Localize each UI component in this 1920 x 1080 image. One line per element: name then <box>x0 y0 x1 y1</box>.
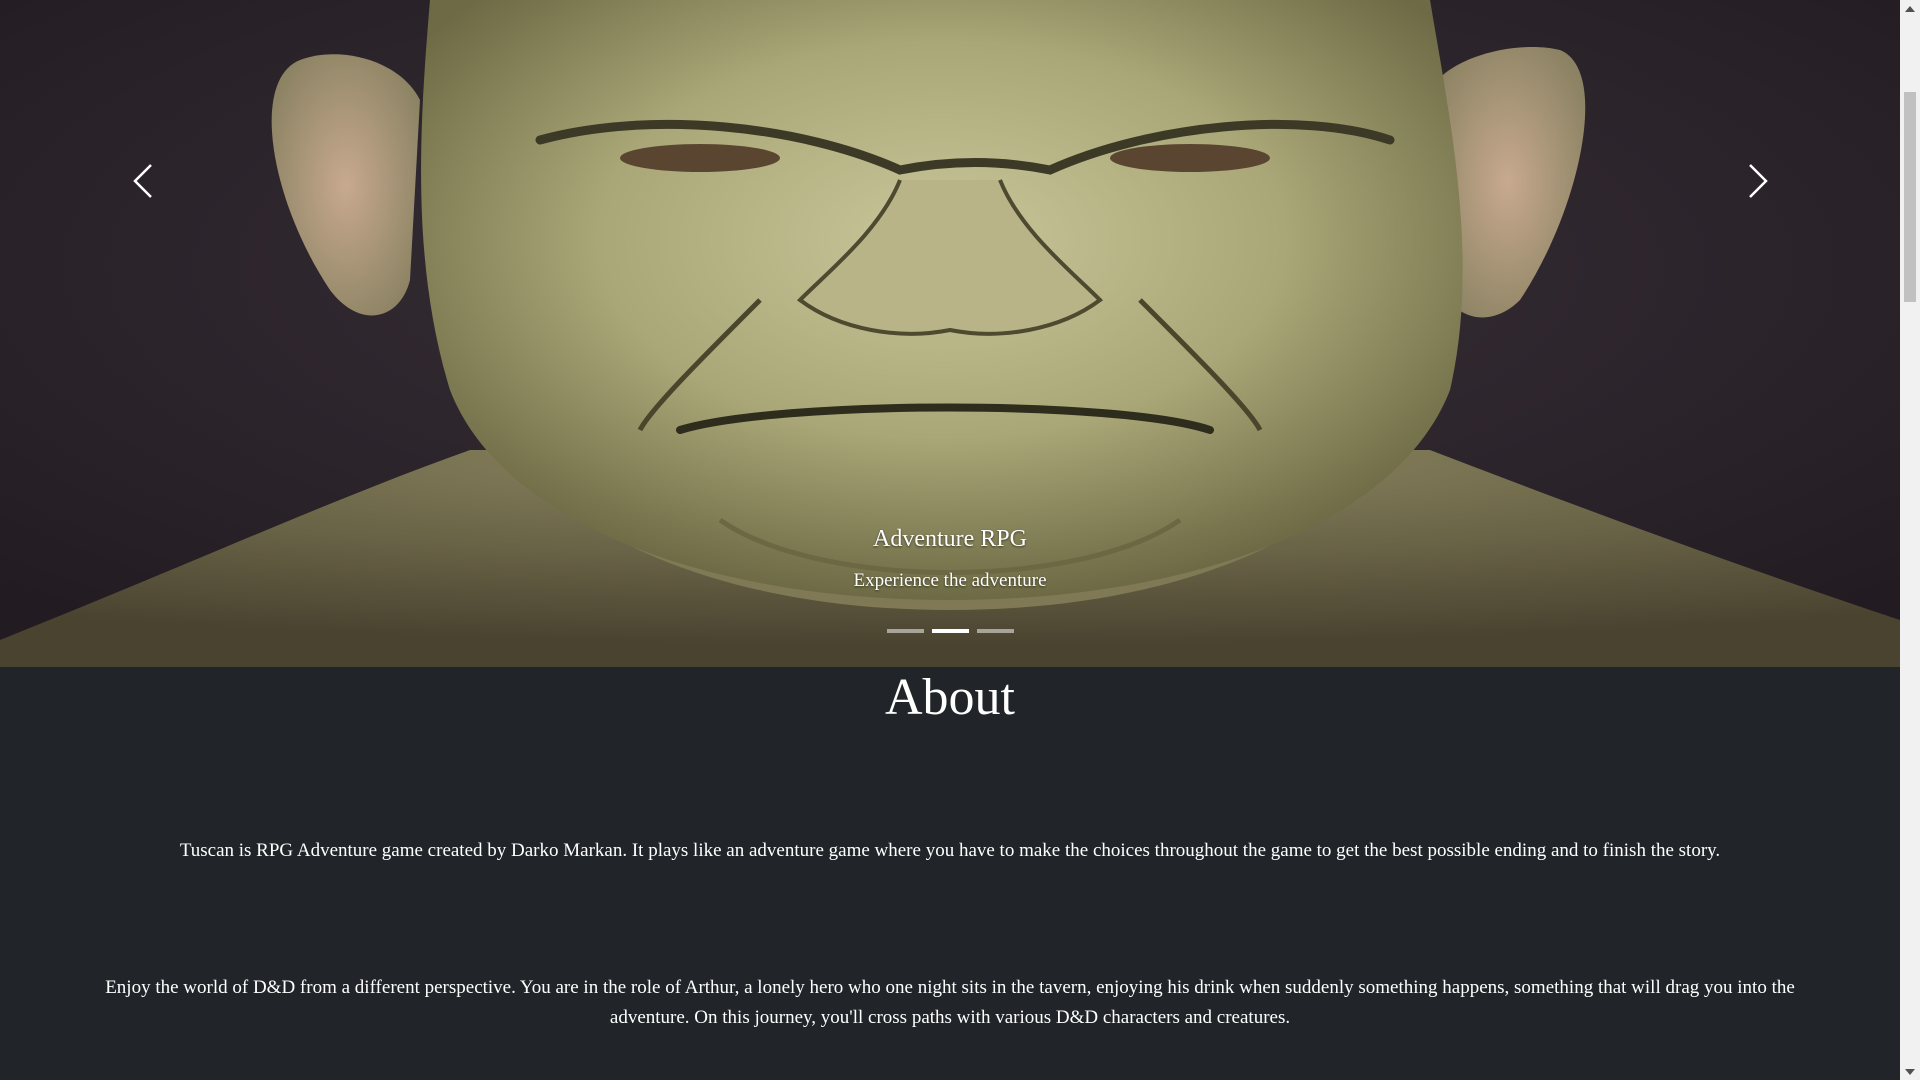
carousel-next-button[interactable] <box>1615 0 1900 667</box>
slide-title: Adventure RPG <box>873 526 1027 552</box>
scroll-down-button[interactable] <box>1900 1063 1920 1080</box>
carousel-indicator-2[interactable] <box>931 629 969 633</box>
caret-down-icon <box>1905 1068 1915 1075</box>
carousel-indicator-3[interactable] <box>976 629 1014 633</box>
scroll-up-button[interactable] <box>1900 0 1920 17</box>
about-heading: About <box>885 669 1015 726</box>
page: Adventure RPG Experience the adventure A… <box>0 0 1900 1080</box>
vertical-scrollbar[interactable] <box>1900 0 1920 1080</box>
carousel-prev-button[interactable] <box>0 0 285 667</box>
about-paragraph-2: Enjoy the world of D&D from a different … <box>105 977 1795 1028</box>
carousel-indicators <box>0 629 1900 633</box>
carousel-indicator-1[interactable] <box>886 629 924 633</box>
chevron-right-icon <box>1748 164 1768 198</box>
scrollbar-thumb[interactable] <box>1904 92 1916 302</box>
chevron-left-icon <box>132 164 152 198</box>
slide-subtitle: Experience the adventure <box>853 570 1047 591</box>
about-paragraph-1: Tuscan is RPG Adventure game created by … <box>179 840 1721 861</box>
hero-carousel: Adventure RPG Experience the adventure <box>0 0 1900 667</box>
caret-up-icon <box>1905 5 1915 12</box>
